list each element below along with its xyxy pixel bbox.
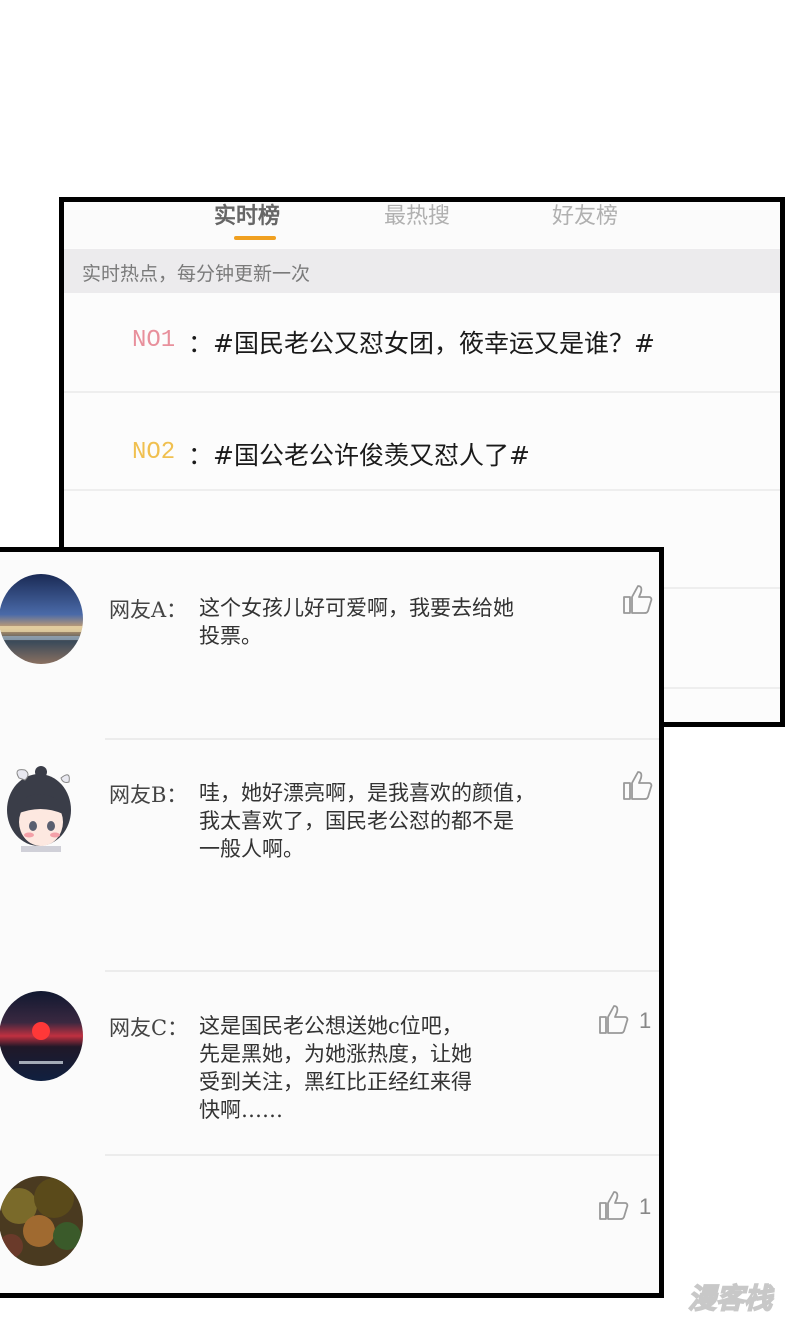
hot-item[interactable]: NO2 ：#国公老公许俊羡又怼人了# (64, 393, 780, 491)
subheader-bar: 实时热点，每分钟更新一次 (64, 249, 780, 293)
red-sunset-avatar-image (0, 991, 83, 1081)
comment-line: 投票。 (199, 624, 262, 648)
tab-realtime[interactable]: 实时榜 (214, 202, 280, 230)
comment-line: 哇，她好漂亮啊，是我喜欢的颜值， (199, 781, 535, 805)
comment-author: 网友C： (109, 1016, 189, 1040)
comment-line: 我太喜欢了，国民老公怼的都不是 (199, 809, 514, 833)
thumbs-up-icon[interactable] (597, 1188, 631, 1222)
tab-hottest[interactable]: 最热搜 (384, 202, 450, 230)
watermark-logo: 漫客栈 (687, 1281, 776, 1316)
comment-line: 这是国民老公想送她c位吧， (199, 1014, 463, 1038)
autumn-trees-avatar-image (0, 1176, 83, 1266)
hot-rank: NO1 (132, 327, 176, 354)
comment-divider (105, 1154, 659, 1156)
svg-text:漫客栈: 漫客栈 (688, 1282, 775, 1315)
like-count: 1 (639, 1008, 652, 1033)
comment-text: 这是国民老公想送她c位吧， 先是黑她，为她涨热度，让她 受到关注，黑红比正经红来… (199, 1012, 472, 1124)
hot-rank: NO2 (132, 439, 176, 466)
comment-author: 网友B： (109, 783, 188, 807)
comment-line: 先是黑她，为她涨热度，让她 (199, 1042, 472, 1066)
hot-item[interactable]: NO1 ：#国民老公又怼女团，筱幸运又是谁？# (64, 295, 780, 393)
tab-bar: 实时榜 最热搜 好友榜 (64, 202, 780, 248)
comment-divider (105, 970, 659, 972)
hot-text: ：#国民老公又怼女团，筱幸运又是谁？# (188, 329, 655, 358)
like-count: 1 (639, 1194, 652, 1219)
comments-panel: 网友A： 这个女孩儿好可爱啊，我要去给她 投票。 网友B： 哇，她好漂亮啊，是我… (0, 547, 664, 1298)
thumbs-up-icon[interactable] (597, 1002, 631, 1036)
avatar[interactable] (0, 991, 83, 1081)
comment-author: 网友A： (109, 598, 188, 622)
avatar[interactable] (0, 1176, 83, 1266)
hot-text: ：#国公老公许俊羡又怼人了# (188, 441, 530, 470)
avatar[interactable] (0, 742, 83, 852)
comment-line: 这个女孩儿好可爱啊，我要去给她 (199, 596, 514, 620)
active-tab-indicator (234, 236, 276, 240)
tab-friends[interactable]: 好友榜 (552, 202, 618, 230)
thumbs-up-icon[interactable] (621, 582, 655, 616)
comment-text: 哇，她好漂亮啊，是我喜欢的颜值， 我太喜欢了，国民老公怼的都不是 一般人啊。 (199, 779, 535, 863)
comment-line: 快啊…… (199, 1098, 283, 1122)
comment-line: 受到关注，黑红比正经红来得 (199, 1070, 472, 1094)
comment-text: 这个女孩儿好可爱啊，我要去给她 投票。 (199, 594, 514, 650)
subheader-text: 实时热点，每分钟更新一次 (82, 263, 311, 285)
comment-line: 一般人啊。 (199, 837, 304, 861)
landscape-avatar-image (0, 574, 83, 664)
avatar[interactable] (0, 574, 83, 664)
thumbs-up-icon[interactable] (621, 768, 655, 802)
anime-girl-avatar-image (0, 742, 83, 852)
comment-divider (105, 738, 659, 740)
